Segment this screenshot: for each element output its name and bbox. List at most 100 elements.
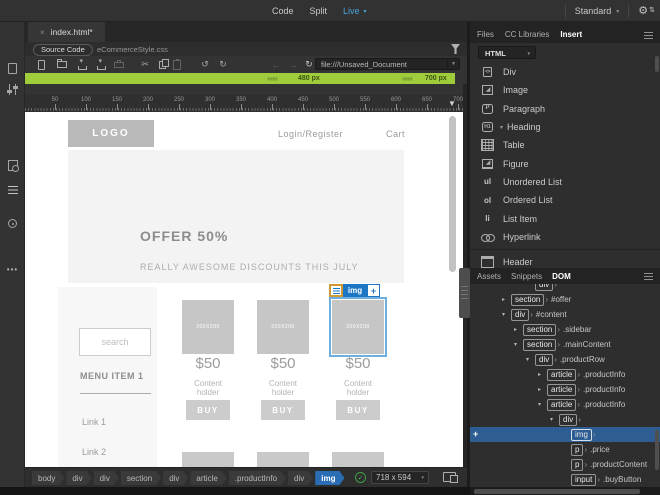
expand-arrow-icon[interactable]: ▸ bbox=[514, 326, 523, 333]
dom-row-section#offer[interactable]: ▸ section › #offer bbox=[470, 292, 660, 307]
document-tab[interactable]: × index.html* bbox=[28, 22, 105, 42]
element-menu-icon[interactable] bbox=[329, 284, 343, 297]
buy-button[interactable]: BUY bbox=[336, 400, 380, 420]
panel-menu-icon[interactable] bbox=[644, 273, 653, 280]
properties-panel-icon[interactable] bbox=[0, 84, 25, 95]
media-query-bar[interactable]: ‹‹‹‹‹‹ 480 px ‹‹‹‹‹‹ 700 px bbox=[25, 73, 455, 84]
tag-crumb-body[interactable]: body bbox=[32, 471, 64, 485]
search-input[interactable]: search bbox=[79, 328, 151, 356]
tag-crumb-div[interactable]: div bbox=[94, 471, 119, 485]
chevron-down-icon[interactable]: ▼ bbox=[447, 59, 459, 69]
refresh-icon[interactable]: ↻ bbox=[303, 59, 315, 70]
tab-snippets[interactable]: Snippets bbox=[511, 272, 542, 281]
buy-button[interactable]: BUY bbox=[186, 400, 230, 420]
close-icon[interactable]: × bbox=[40, 28, 45, 37]
expand-arrow-icon[interactable]: ▾ bbox=[502, 311, 511, 318]
dom-horizontal-scrollbar-thumb[interactable] bbox=[474, 488, 640, 494]
css-designer-panel-icon[interactable] bbox=[0, 186, 25, 194]
offer-banner[interactable]: OFFER 50% REALLY AWESOME DISCOUNTS THIS … bbox=[68, 150, 404, 283]
tab-dom[interactable]: DOM bbox=[552, 272, 571, 281]
dom-scrollbar[interactable] bbox=[655, 430, 659, 470]
device-preview-icon[interactable] bbox=[443, 472, 458, 483]
product-price[interactable]: $50 bbox=[182, 355, 234, 372]
print-icon[interactable] bbox=[113, 59, 125, 70]
dom-row-article-productInfo[interactable]: ▸ article › .productInfo bbox=[470, 367, 660, 382]
paste-icon[interactable] bbox=[171, 58, 183, 70]
dom-row-div[interactable]: div › bbox=[470, 284, 660, 292]
insert-item-image[interactable]: Image bbox=[470, 81, 660, 99]
insert-item-header[interactable]: Header bbox=[470, 253, 660, 268]
product-image-row2[interactable] bbox=[182, 452, 234, 467]
more-panels-icon[interactable] bbox=[0, 265, 25, 274]
dom-row-div#content[interactable]: ▾ div › #content bbox=[470, 307, 660, 322]
insert-item-hyperlink[interactable]: Hyperlink bbox=[470, 228, 660, 246]
login-register-link[interactable]: Login/Register bbox=[278, 129, 343, 139]
expand-arrow-icon[interactable]: ▾ bbox=[526, 356, 535, 363]
sidebar-link-1[interactable]: Link 1 bbox=[82, 417, 106, 427]
insert-item-unordered-list[interactable]: ul Unordered List bbox=[470, 173, 660, 191]
extract-panel-icon[interactable] bbox=[0, 160, 25, 172]
tag-crumb-img[interactable]: img bbox=[315, 471, 344, 485]
insert-category-dropdown[interactable]: HTML ▾ bbox=[478, 46, 536, 59]
buy-button[interactable]: BUY bbox=[261, 400, 305, 420]
element-tag-label[interactable]: img bbox=[343, 284, 367, 297]
add-element-icon[interactable]: + bbox=[473, 429, 478, 439]
window-size-selector[interactable]: 718 x 594 ▾ bbox=[371, 471, 429, 484]
sync-settings-icon[interactable] bbox=[638, 5, 655, 17]
files-panel-icon[interactable] bbox=[0, 63, 25, 74]
cut-icon[interactable]: ✂ bbox=[139, 59, 151, 70]
copy-icon[interactable] bbox=[156, 58, 169, 70]
expand-arrow-icon[interactable]: ▾ bbox=[514, 341, 523, 348]
live-view-scrollbar[interactable] bbox=[449, 116, 456, 272]
dom-row-div[interactable]: ▾ div › bbox=[470, 412, 660, 427]
insert-item-div[interactable]: Div bbox=[470, 63, 660, 81]
tab-assets[interactable]: Assets bbox=[477, 272, 501, 281]
expand-arrow-icon[interactable]: ▸ bbox=[538, 386, 547, 393]
dom-row-img[interactable]: + img › bbox=[470, 427, 660, 442]
save-icon[interactable]: ▾ bbox=[76, 58, 88, 70]
filter-icon[interactable] bbox=[451, 44, 460, 54]
tag-crumb-section[interactable]: section bbox=[121, 471, 161, 485]
insert-item-figure[interactable]: Figure bbox=[470, 154, 660, 172]
validation-ok-icon[interactable] bbox=[355, 472, 366, 483]
new-document-icon[interactable] bbox=[35, 59, 47, 70]
insert-scrollbar[interactable] bbox=[655, 56, 659, 72]
product-image[interactable]: 200X200 bbox=[182, 300, 234, 354]
insert-item-list-item[interactable]: li List Item bbox=[470, 209, 660, 227]
product-image[interactable]: 200X200 bbox=[257, 300, 309, 354]
dom-row-section-mainContent[interactable]: ▾ section › .mainContent bbox=[470, 337, 660, 352]
dom-row-article-productInfo[interactable]: ▾ article › .productInfo bbox=[470, 397, 660, 412]
insert-item-paragraph[interactable]: Paragraph bbox=[470, 100, 660, 118]
tag-crumb-article[interactable]: article bbox=[190, 471, 226, 485]
open-file-icon[interactable] bbox=[56, 59, 68, 70]
add-element-button[interactable]: + bbox=[367, 284, 380, 297]
expand-arrow-icon[interactable]: ▾ bbox=[538, 401, 547, 408]
product-image-row2[interactable] bbox=[257, 452, 309, 467]
expand-arrow-icon[interactable]: ▾ bbox=[550, 416, 559, 423]
related-file-source-code[interactable]: Source Code bbox=[33, 43, 93, 56]
tag-crumb-div[interactable]: div bbox=[288, 471, 313, 485]
view-mode-split[interactable]: Split bbox=[310, 6, 328, 16]
tab-insert[interactable]: Insert bbox=[560, 30, 582, 39]
breakpoint-700[interactable]: 700 px bbox=[425, 73, 447, 84]
tab-files[interactable]: Files bbox=[477, 30, 494, 39]
dom-row-input-buyButton[interactable]: input › .buyButton bbox=[470, 472, 660, 487]
product-price[interactable]: $50 bbox=[257, 355, 309, 372]
expand-arrow-icon[interactable]: ▸ bbox=[502, 296, 511, 303]
tag-crumb-div[interactable]: div bbox=[163, 471, 188, 485]
product-price[interactable]: $50 bbox=[332, 355, 384, 372]
forward-icon[interactable]: → bbox=[287, 59, 299, 70]
menu-title[interactable]: MENU ITEM 1 bbox=[80, 371, 144, 381]
sidebar-link-2[interactable]: Link 2 bbox=[82, 447, 106, 457]
related-file-stylesheet[interactable]: eCommerceStyle.css bbox=[97, 45, 168, 54]
view-mode-live[interactable]: Live ▾ bbox=[343, 6, 367, 16]
tag-crumb-productInfo[interactable]: .productInfo bbox=[229, 471, 286, 485]
tag-crumb-div[interactable]: div bbox=[66, 471, 91, 485]
dom-row-p-price[interactable]: p › .price bbox=[470, 442, 660, 457]
back-icon[interactable]: ← bbox=[270, 59, 282, 70]
workspace-switcher[interactable]: Standard ▾ bbox=[575, 6, 620, 16]
dom-row-p-productContent[interactable]: p › .productContent bbox=[470, 457, 660, 472]
dom-row-section-sidebar[interactable]: ▸ section › .sidebar bbox=[470, 322, 660, 337]
insert-item-ordered-list[interactable]: ol Ordered List bbox=[470, 191, 660, 209]
cart-link[interactable]: Cart bbox=[386, 129, 405, 139]
